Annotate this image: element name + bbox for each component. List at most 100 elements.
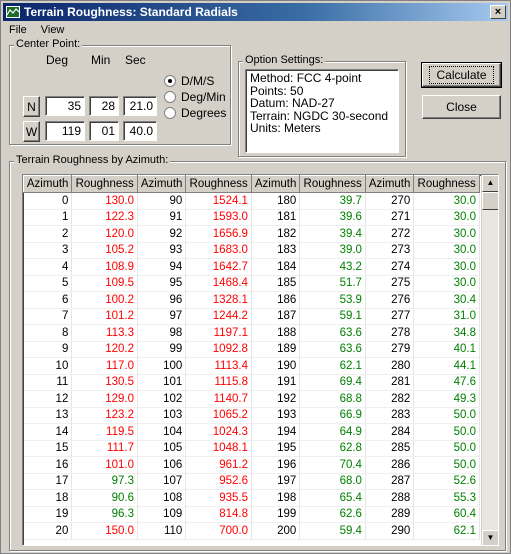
radio-deg-min-label: Deg/Min <box>181 90 226 104</box>
longitude-deg-field[interactable]: 119 <box>45 121 85 141</box>
option-line-method: Method: FCC 4-point <box>250 71 362 85</box>
column-header[interactable]: Azimuth <box>23 175 73 193</box>
roughness-cell: 1115.8 <box>185 374 252 391</box>
roughness-cell: 90.6 <box>71 489 138 507</box>
latitude-min-field[interactable]: 28 <box>89 96 119 116</box>
radio-deg-min-indicator[interactable] <box>164 91 176 103</box>
calculate-label: Calculate <box>429 66 494 84</box>
roughness-cell: 1197.1 <box>185 324 252 342</box>
table-row[interactable]: 1 122.3 91 1593.0 181 39.6 271 30.0 <box>23 209 480 226</box>
longitude-hemisphere-button[interactable]: W <box>23 121 40 142</box>
table-row[interactable]: 10 117.0 100 1113.4 190 62.1 280 44.1 <box>23 357 480 375</box>
table-row[interactable]: 15 111.7 105 1048.1 195 62.8 285 50.0 <box>23 440 480 457</box>
roughness-cell: 97.3 <box>71 473 138 490</box>
close-button[interactable]: Close <box>422 95 501 119</box>
roughness-cell: 63.6 <box>299 324 366 342</box>
column-header[interactable]: Roughness <box>299 175 366 193</box>
azimuth-cell: 182 <box>251 225 301 243</box>
table-row[interactable]: 9 120.2 99 1092.8 189 63.6 279 40.1 <box>23 341 480 358</box>
radio-degrees-indicator[interactable] <box>164 107 176 119</box>
table-scrollbar[interactable]: ▲ ▼ <box>481 175 498 545</box>
roughness-cell: 30.0 <box>413 192 480 210</box>
title-bar[interactable]: Terrain Roughness: Standard Radials × <box>3 3 508 21</box>
roughness-cell: 96.3 <box>71 506 138 523</box>
table-row[interactable]: 12 129.0 102 1140.7 192 68.8 282 49.3 <box>23 390 480 408</box>
azimuth-cell: 198 <box>251 489 301 507</box>
azimuth-cell: 195 <box>251 440 301 457</box>
azimuth-cell: 188 <box>251 324 301 342</box>
table-row[interactable]: 16 101.0 106 961.2 196 70.4 286 50.0 <box>23 456 480 474</box>
column-header[interactable]: Roughness <box>185 175 252 193</box>
option-line-units: Units: Meters <box>250 121 321 135</box>
longitude-sec-field[interactable]: 40.0 <box>123 121 157 141</box>
radio-degrees[interactable]: Degrees <box>164 106 226 120</box>
menu-view[interactable]: View <box>39 23 67 39</box>
scroll-down-icon[interactable]: ▼ <box>482 530 498 545</box>
roughness-cell: 1140.7 <box>185 390 252 408</box>
latitude-deg-field[interactable]: 35 <box>45 96 85 116</box>
roughness-cell: 952.6 <box>185 473 252 490</box>
roughness-cell: 101.2 <box>71 308 138 325</box>
roughness-cell: 47.6 <box>413 374 480 391</box>
column-header[interactable]: Azimuth <box>250 175 301 193</box>
roughness-cell: 51.7 <box>299 275 366 292</box>
roughness-cell: 935.5 <box>185 489 252 507</box>
table-row[interactable]: 14 119.5 104 1024.3 194 64.9 284 50.0 <box>23 423 480 441</box>
scroll-up-icon[interactable]: ▲ <box>482 175 498 192</box>
scroll-thumb[interactable] <box>482 192 498 210</box>
longitude-min-field[interactable]: 01 <box>89 121 119 141</box>
roughness-cell: 1524.1 <box>185 192 252 210</box>
azimuth-cell: 278 <box>365 324 415 342</box>
radio-dms-indicator[interactable] <box>164 75 176 87</box>
table-row[interactable]: 11 130.5 101 1115.8 191 69.4 281 47.6 <box>23 374 480 391</box>
roughness-cell: 44.1 <box>413 357 480 375</box>
latitude-hemisphere-button[interactable]: N <box>23 96 40 117</box>
table-row[interactable]: 18 90.6 108 935.5 198 65.4 288 55.3 <box>23 489 480 507</box>
azimuth-cell: 199 <box>251 506 301 523</box>
column-header[interactable]: Roughness <box>71 175 138 193</box>
table-row[interactable]: 7 101.2 97 1244.2 187 59.1 277 31.0 <box>23 308 480 325</box>
azimuth-cell: 96 <box>137 291 187 309</box>
roughness-cell: 1593.0 <box>185 209 252 226</box>
table-row[interactable]: 8 113.3 98 1197.1 188 63.6 278 34.8 <box>23 324 480 342</box>
azimuth-cell: 282 <box>365 390 415 408</box>
table-row[interactable]: 5 109.5 95 1468.4 185 51.7 275 30.0 <box>23 275 480 292</box>
azimuth-cell: 271 <box>365 209 415 226</box>
azimuth-cell: 95 <box>137 275 187 292</box>
roughness-cell: 30.0 <box>413 242 480 259</box>
table-row[interactable]: 19 96.3 109 814.8 199 62.6 289 60.4 <box>23 506 480 523</box>
menu-file[interactable]: File <box>7 23 29 39</box>
azimuth-cell: 7 <box>23 308 73 325</box>
column-header[interactable]: Roughness <box>413 175 480 193</box>
radio-dms[interactable]: D/M/S <box>164 74 214 88</box>
roughness-cell: 1683.0 <box>185 242 252 259</box>
table-row[interactable]: 13 123.2 103 1065.2 193 66.9 283 50.0 <box>23 407 480 424</box>
roughness-cell: 60.4 <box>413 506 480 523</box>
roughness-table-container[interactable]: Azimuth Roughness Azimuth Roughness Azim… <box>22 174 499 546</box>
table-row[interactable]: 17 97.3 107 952.6 197 68.0 287 52.6 <box>23 473 480 490</box>
latitude-sec-field[interactable]: 21.0 <box>123 96 157 116</box>
table-row[interactable]: 20 150.0 110 700.0 200 59.4 290 62.1 <box>23 522 480 540</box>
table-row[interactable]: 4 108.9 94 1642.7 184 43.2 274 30.0 <box>23 258 480 276</box>
table-row[interactable]: 2 120.0 92 1656.9 182 39.4 272 30.0 <box>23 225 480 243</box>
azimuth-cell: 97 <box>137 308 187 325</box>
roughness-table: Azimuth Roughness Azimuth Roughness Azim… <box>23 175 480 540</box>
table-row[interactable]: 6 100.2 96 1328.1 186 53.9 276 30.4 <box>23 291 480 309</box>
radio-deg-min[interactable]: Deg/Min <box>164 90 226 104</box>
column-header[interactable]: Azimuth <box>364 175 415 193</box>
app-icon <box>6 6 20 18</box>
table-row[interactable]: 3 105.2 93 1683.0 183 39.0 273 30.0 <box>23 242 480 259</box>
azimuth-cell: 270 <box>365 192 415 210</box>
center-point-label: Center Point: <box>14 38 83 50</box>
close-icon[interactable]: × <box>490 5 506 19</box>
column-header[interactable]: Azimuth <box>136 175 187 193</box>
azimuth-cell: 15 <box>23 440 73 457</box>
azimuth-cell: 277 <box>365 308 415 325</box>
calculate-button[interactable]: Calculate <box>421 62 502 88</box>
azimuth-cell: 6 <box>23 291 73 309</box>
radio-degrees-label: Degrees <box>181 106 227 120</box>
roughness-cell: 70.4 <box>299 456 366 474</box>
roughness-cell: 43.2 <box>299 258 366 276</box>
table-row[interactable]: 0 130.0 90 1524.1 180 39.7 270 30.0 <box>23 192 480 210</box>
azimuth-cell: 94 <box>137 258 187 276</box>
